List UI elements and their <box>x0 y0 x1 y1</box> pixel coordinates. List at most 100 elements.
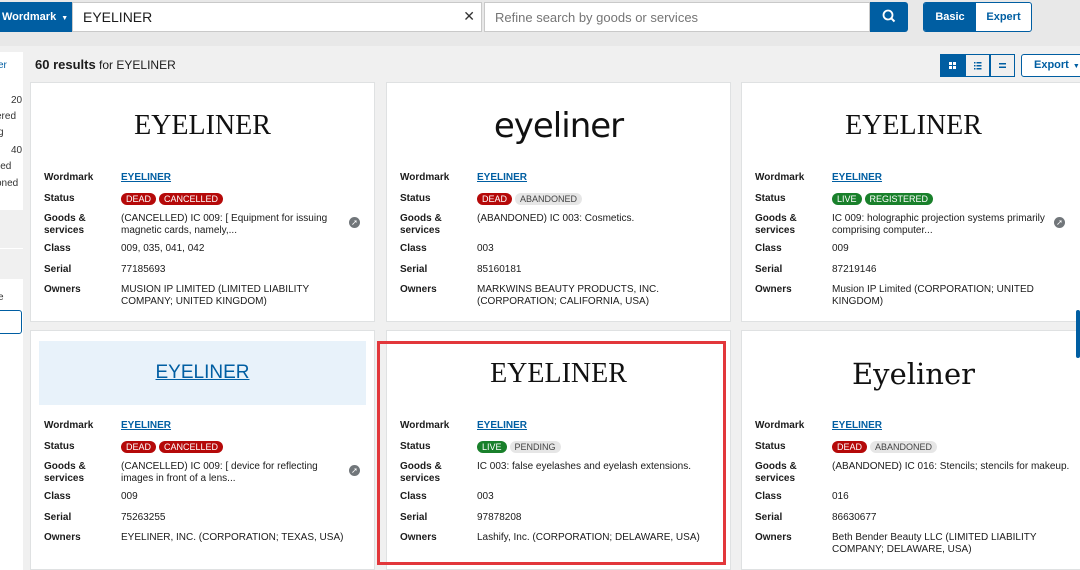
owners-value: MUSION IP LIMITED (LIMITED LIABILITY COM… <box>121 284 310 307</box>
scrollbar-thumb[interactable] <box>1076 310 1080 358</box>
clear-icon[interactable]: ✕ <box>463 8 475 25</box>
wordmark-link[interactable]: EYELINER <box>477 172 527 183</box>
goods-label: services <box>44 225 85 236</box>
serial-label: Serial <box>755 512 783 523</box>
search-type-dropdown[interactable]: Wordmark ▼ <box>0 2 72 32</box>
owners-label: Owners <box>44 532 81 543</box>
class-value: 016 <box>832 491 849 502</box>
owners-value: Musion IP Limited (CORPORATION; UNITED K… <box>832 284 1034 307</box>
export-button[interactable]: Export ▼ <box>1021 54 1080 77</box>
class-label: Class <box>44 491 71 502</box>
goods-label: Goods & <box>755 461 797 472</box>
filter-fragment[interactable]: oned <box>0 178 18 189</box>
goods-label: services <box>400 225 441 236</box>
status-badge: DEAD <box>121 193 157 205</box>
filter-fragment[interactable]: led <box>0 161 11 172</box>
results-summary: 60 results for EYELINER <box>35 57 176 72</box>
goods-label: Goods & <box>755 213 797 224</box>
goods-label: Goods & <box>44 213 86 224</box>
goods-label: services <box>755 225 796 236</box>
serial-label: Serial <box>44 512 72 523</box>
wordmark-label: Wordmark <box>755 420 805 431</box>
refine-search-input[interactable] <box>485 3 869 31</box>
results-query: for EYELINER <box>99 58 176 72</box>
class-value: 009 <box>121 491 138 502</box>
wordmark-link[interactable]: EYELINER <box>832 172 882 183</box>
goods-value: IC 009: holographic projection systems p… <box>832 213 1045 236</box>
wordmark-label: Wordmark <box>755 172 805 183</box>
list-view-button[interactable] <box>965 54 990 77</box>
search-button[interactable] <box>870 2 908 32</box>
view-toggle <box>940 54 1016 77</box>
status-badge: CANCELLED <box>159 441 224 453</box>
compact-list-icon <box>999 63 1006 68</box>
panel-divider <box>0 46 23 52</box>
serial-value: 77185693 <box>121 264 166 275</box>
goods-label: Goods & <box>400 213 442 224</box>
class-label: Class <box>400 243 427 254</box>
result-card[interactable]: EYELINER Wordmark EYELINER Status DEAD CANC… <box>30 330 375 570</box>
filter-fragment[interactable]: er <box>0 60 7 71</box>
status-badge: ABANDONED <box>870 441 938 453</box>
trademark-image: Eyeliner <box>852 357 975 391</box>
goods-label: services <box>44 473 85 484</box>
status-label: Status <box>755 441 786 452</box>
expert-mode-button[interactable]: Expert <box>976 3 1031 31</box>
filter-fragment[interactable]: g <box>0 127 4 138</box>
goods-label: services <box>755 473 796 484</box>
basic-mode-button[interactable]: Basic <box>924 3 976 31</box>
search-box: ✕ <box>72 2 482 32</box>
filter-section <box>0 210 23 248</box>
wordmark-label: Wordmark <box>44 172 94 183</box>
expand-icon[interactable]: ➚ <box>349 465 360 476</box>
status-label: Status <box>44 441 75 452</box>
filter-section <box>0 249 23 279</box>
goods-value: (ABANDONED) IC 003: Cosmetics. <box>477 213 635 224</box>
result-card[interactable]: EYELINER Wordmark EYELINER Status DEAD CANC… <box>30 82 375 322</box>
owners-label: Owners <box>755 532 792 543</box>
results-count: 60 results <box>35 57 96 72</box>
filter-fragment: e <box>0 292 4 303</box>
result-card[interactable]: eyeliner Wordmark EYELINER Status DEAD ABAN… <box>386 82 731 322</box>
list-icon <box>974 62 982 70</box>
serial-value: 75263255 <box>121 512 166 523</box>
class-value: 009 <box>832 243 849 254</box>
compact-view-button[interactable] <box>990 54 1015 77</box>
expand-icon[interactable]: ➚ <box>349 217 360 228</box>
wordmark-link[interactable]: EYELINER <box>121 420 171 431</box>
status-label: Status <box>755 193 786 204</box>
class-value: 003 <box>477 243 494 254</box>
status-badge: REGISTERED <box>864 193 934 205</box>
filter-button[interactable] <box>0 310 22 334</box>
serial-label: Serial <box>755 264 783 275</box>
wordmark-label: Wordmark <box>400 172 450 183</box>
goods-value: (ABANDONED) IC 016: Stencils; stencils f… <box>832 461 1070 472</box>
filter-count: 20 <box>11 95 23 106</box>
search-input[interactable] <box>73 3 443 31</box>
goods-label: Goods & <box>44 461 86 472</box>
serial-value: 87219146 <box>832 264 877 275</box>
goods-value: (CANCELLED) IC 009: [ device for reflect… <box>121 461 318 484</box>
class-label: Class <box>44 243 71 254</box>
status-badge: LIVE <box>832 193 862 205</box>
grid-icon <box>949 62 956 69</box>
filter-count: 40 <box>11 145 23 156</box>
status-badge: CANCELLED <box>159 193 224 205</box>
grid-view-button[interactable] <box>940 54 965 77</box>
expand-icon[interactable]: ➚ <box>1054 217 1065 228</box>
owners-label: Owners <box>400 284 437 295</box>
serial-value: 85160181 <box>477 264 522 275</box>
owners-value: EYELINER, INC. (CORPORATION; TEXAS, USA) <box>121 532 344 543</box>
filter-fragment[interactable]: ered <box>0 111 16 122</box>
trademark-image: eyeliner <box>493 106 624 146</box>
class-value: 009, 035, 041, 042 <box>121 243 205 254</box>
serial-label: Serial <box>44 264 72 275</box>
wordmark-link[interactable]: EYELINER <box>121 172 171 183</box>
wordmark-link[interactable]: EYELINER <box>832 420 882 431</box>
filter-panel: er 20 ered g 40 led oned e <box>0 46 23 570</box>
status-badge: DEAD <box>477 193 513 205</box>
result-card[interactable]: EYELINER Wordmark EYELINER Status LIVE REGI… <box>741 82 1080 322</box>
search-type-label: Wordmark <box>2 11 57 23</box>
result-card[interactable]: Eyeliner Wordmark EYELINER Status DEAD ABAN… <box>741 330 1080 570</box>
trademark-text-link[interactable]: EYELINER <box>39 341 366 405</box>
